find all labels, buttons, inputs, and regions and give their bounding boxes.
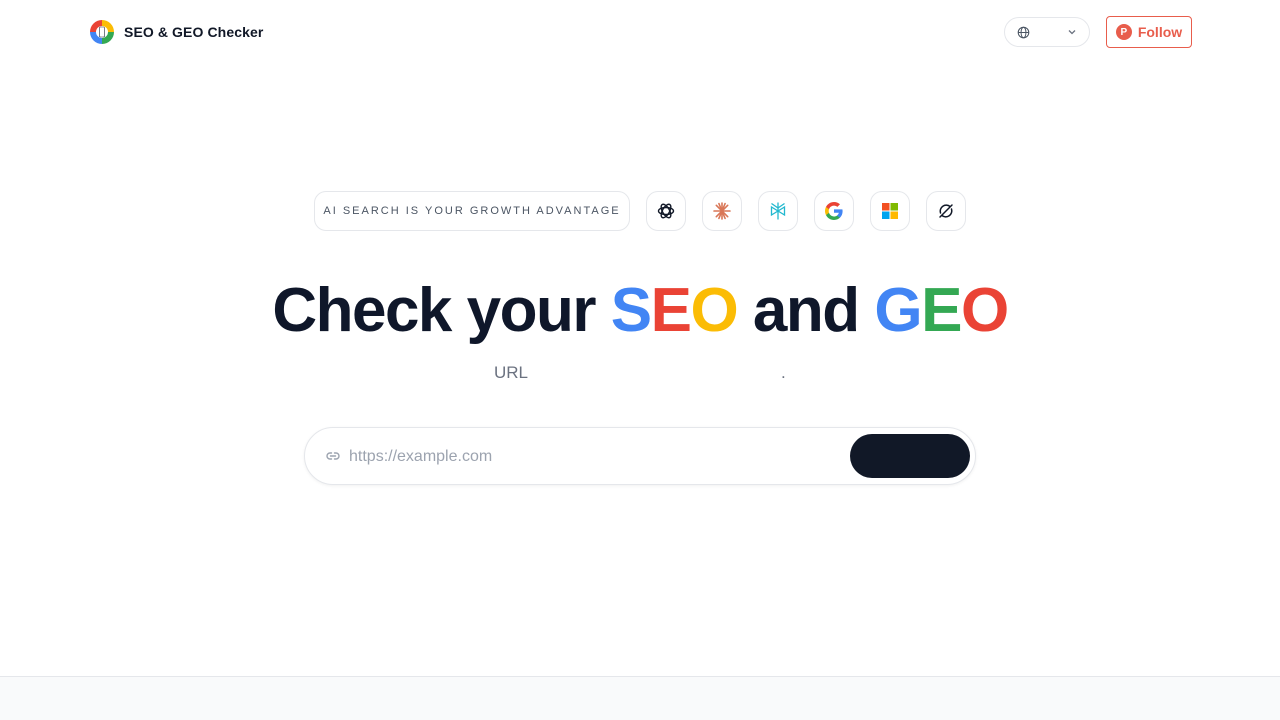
brand[interactable]: SEO & GEO Checker <box>88 18 263 46</box>
check-button[interactable] <box>850 434 970 478</box>
openai-icon <box>646 191 686 231</box>
follow-label: Follow <box>1137 24 1183 40</box>
footer-band <box>0 676 1280 720</box>
google-icon <box>814 191 854 231</box>
title-seo-s: S <box>610 276 652 345</box>
title-part2: and <box>737 276 875 345</box>
perplexity-icon <box>758 191 798 231</box>
link-icon <box>326 452 340 460</box>
tagline-pill: AI SEARCH IS YOUR GROWTH ADVANTAGE <box>314 191 630 231</box>
claude-icon <box>702 191 742 231</box>
title-geo-e: E <box>921 276 962 345</box>
brand-name: SEO & GEO Checker <box>124 24 264 40</box>
header: SEO & GEO Checker P Follow <box>0 0 1280 64</box>
language-selector[interactable] <box>1004 17 1090 47</box>
hero-badges: AI SEARCH IS YOUR GROWTH ADVANTAGE <box>314 191 966 231</box>
subtitle-url: URL <box>494 363 529 382</box>
page-title: Check your SEO and GEO <box>0 276 1280 346</box>
follow-button[interactable]: P Follow <box>1106 16 1192 48</box>
globe-icon <box>1017 26 1030 38</box>
microsoft-icon <box>870 191 910 231</box>
grok-icon <box>926 191 966 231</box>
url-search-bar <box>304 427 976 485</box>
title-seo-e: E <box>650 276 692 345</box>
title-geo-g: G <box>874 276 922 345</box>
chevron-down-icon <box>1068 30 1076 35</box>
title-seo-o: O <box>690 276 738 345</box>
subtitle-dot: . <box>781 363 786 382</box>
title-part1: Check your <box>272 276 611 345</box>
brand-logo-icon <box>90 20 114 44</box>
title-geo-o: O <box>960 276 1009 345</box>
url-input[interactable] <box>349 442 839 472</box>
product-hunt-icon: P <box>1115 24 1132 40</box>
